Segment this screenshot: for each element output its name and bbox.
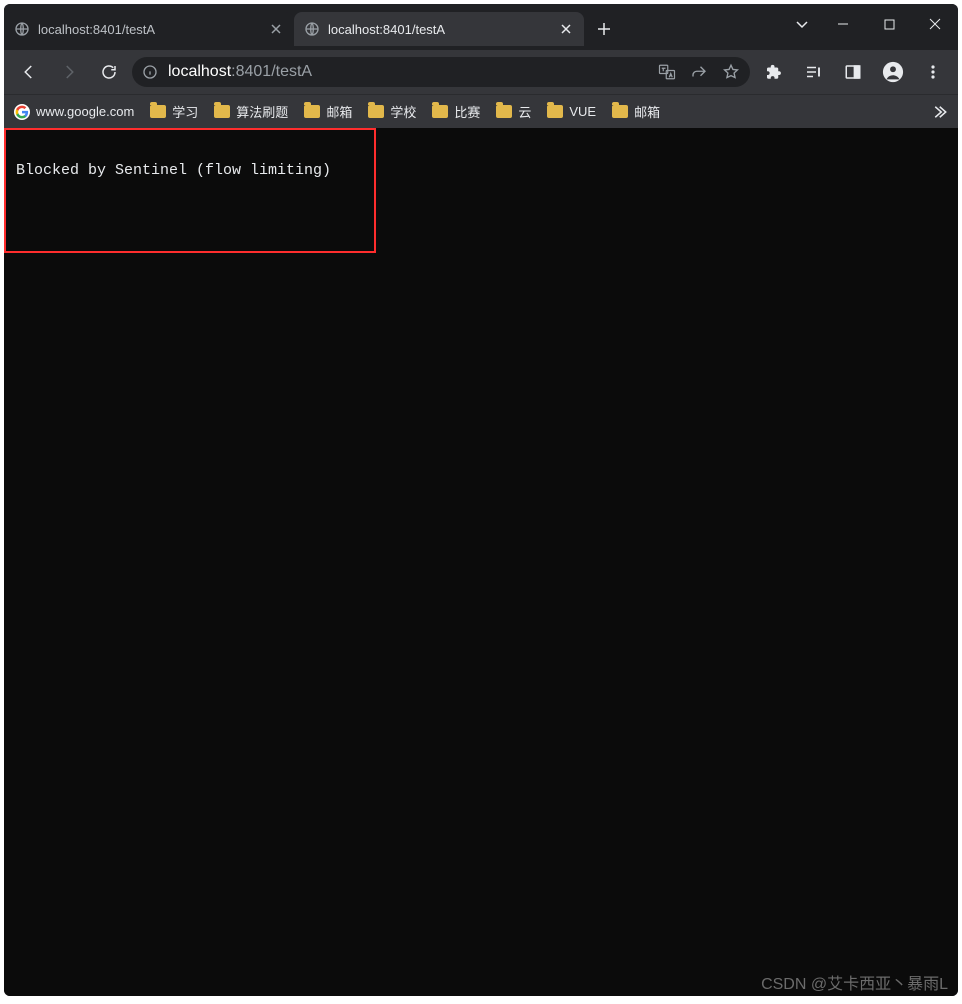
folder-icon: [432, 105, 448, 118]
extensions-icon[interactable]: [756, 55, 790, 89]
page-viewport: Blocked by Sentinel (flow limiting): [4, 128, 958, 996]
bookmark-folder[interactable]: 云: [496, 102, 531, 121]
bookmark-folder[interactable]: 邮箱: [612, 102, 660, 121]
browser-window: localhost:8401/testA localhost:8401/test…: [4, 4, 958, 996]
back-button[interactable]: [12, 55, 46, 89]
folder-icon: [150, 105, 166, 118]
bookmark-label: 算法刷题: [236, 102, 288, 121]
forward-button[interactable]: [52, 55, 86, 89]
bookmark-star-icon[interactable]: [722, 63, 740, 81]
bookmark-folder[interactable]: 算法刷题: [214, 102, 288, 121]
google-icon: [14, 104, 30, 120]
bookmark-folder[interactable]: VUE: [547, 104, 596, 119]
bookmark-label: 学习: [172, 102, 198, 121]
tab-2[interactable]: localhost:8401/testA: [294, 12, 584, 46]
tab-1[interactable]: localhost:8401/testA: [4, 12, 294, 46]
chrome-menu-icon[interactable]: [916, 55, 950, 89]
close-icon[interactable]: [268, 21, 284, 37]
folder-icon: [547, 105, 563, 118]
tab-title: localhost:8401/testA: [38, 22, 260, 37]
bookmark-folder[interactable]: 比赛: [432, 102, 480, 121]
side-panel-icon[interactable]: [836, 55, 870, 89]
bookmark-label: www.google.com: [36, 104, 134, 119]
watermark-text: CSDN @艾卡西亚丶暴雨L: [761, 970, 948, 994]
bookmarks-bar: www.google.com 学习 算法刷题 邮箱 学校 比赛 云 VUE: [4, 94, 958, 128]
window-controls: [784, 4, 958, 44]
url-path: :8401/testA: [231, 63, 312, 80]
globe-icon: [14, 21, 30, 37]
reading-list-icon[interactable]: [796, 55, 830, 89]
bookmark-label: 邮箱: [634, 102, 660, 121]
toolbar: localhost:8401/testA: [4, 50, 958, 94]
folder-icon: [612, 105, 628, 118]
profile-avatar-icon[interactable]: [876, 55, 910, 89]
omnibox-actions: [658, 63, 740, 81]
bookmark-google[interactable]: www.google.com: [14, 104, 134, 120]
minimize-button[interactable]: [820, 4, 866, 44]
tab-title: localhost:8401/testA: [328, 22, 550, 37]
site-info-icon[interactable]: [142, 64, 160, 80]
bookmark-label: 云: [518, 102, 531, 121]
tab-search-button[interactable]: [784, 4, 820, 44]
bookmark-folder[interactable]: 学校: [368, 102, 416, 121]
reload-button[interactable]: [92, 55, 126, 89]
address-bar[interactable]: localhost:8401/testA: [132, 57, 750, 87]
translate-icon[interactable]: [658, 63, 676, 81]
globe-icon: [304, 21, 320, 37]
folder-icon: [496, 105, 512, 118]
tabs-strip: localhost:8401/testA localhost:8401/test…: [4, 4, 958, 50]
bookmark-folder[interactable]: 学习: [150, 102, 198, 121]
bookmark-folder[interactable]: 邮箱: [304, 102, 352, 121]
bookmark-label: 比赛: [454, 102, 480, 121]
bookmarks-overflow-button[interactable]: [930, 103, 948, 121]
close-icon[interactable]: [558, 21, 574, 37]
bookmark-label: 学校: [390, 102, 416, 121]
page-body-text: Blocked by Sentinel (flow limiting): [16, 162, 331, 179]
share-icon[interactable]: [690, 63, 708, 81]
folder-icon: [304, 105, 320, 118]
close-window-button[interactable]: [912, 4, 958, 44]
bookmark-label: 邮箱: [326, 102, 352, 121]
folder-icon: [368, 105, 384, 118]
url-text: localhost:8401/testA: [168, 63, 312, 81]
bookmark-label: VUE: [569, 104, 596, 119]
new-tab-button[interactable]: [590, 15, 618, 43]
annotation-highlight-box: [4, 128, 376, 253]
folder-icon: [214, 105, 230, 118]
maximize-button[interactable]: [866, 4, 912, 44]
url-host: localhost: [168, 63, 231, 80]
